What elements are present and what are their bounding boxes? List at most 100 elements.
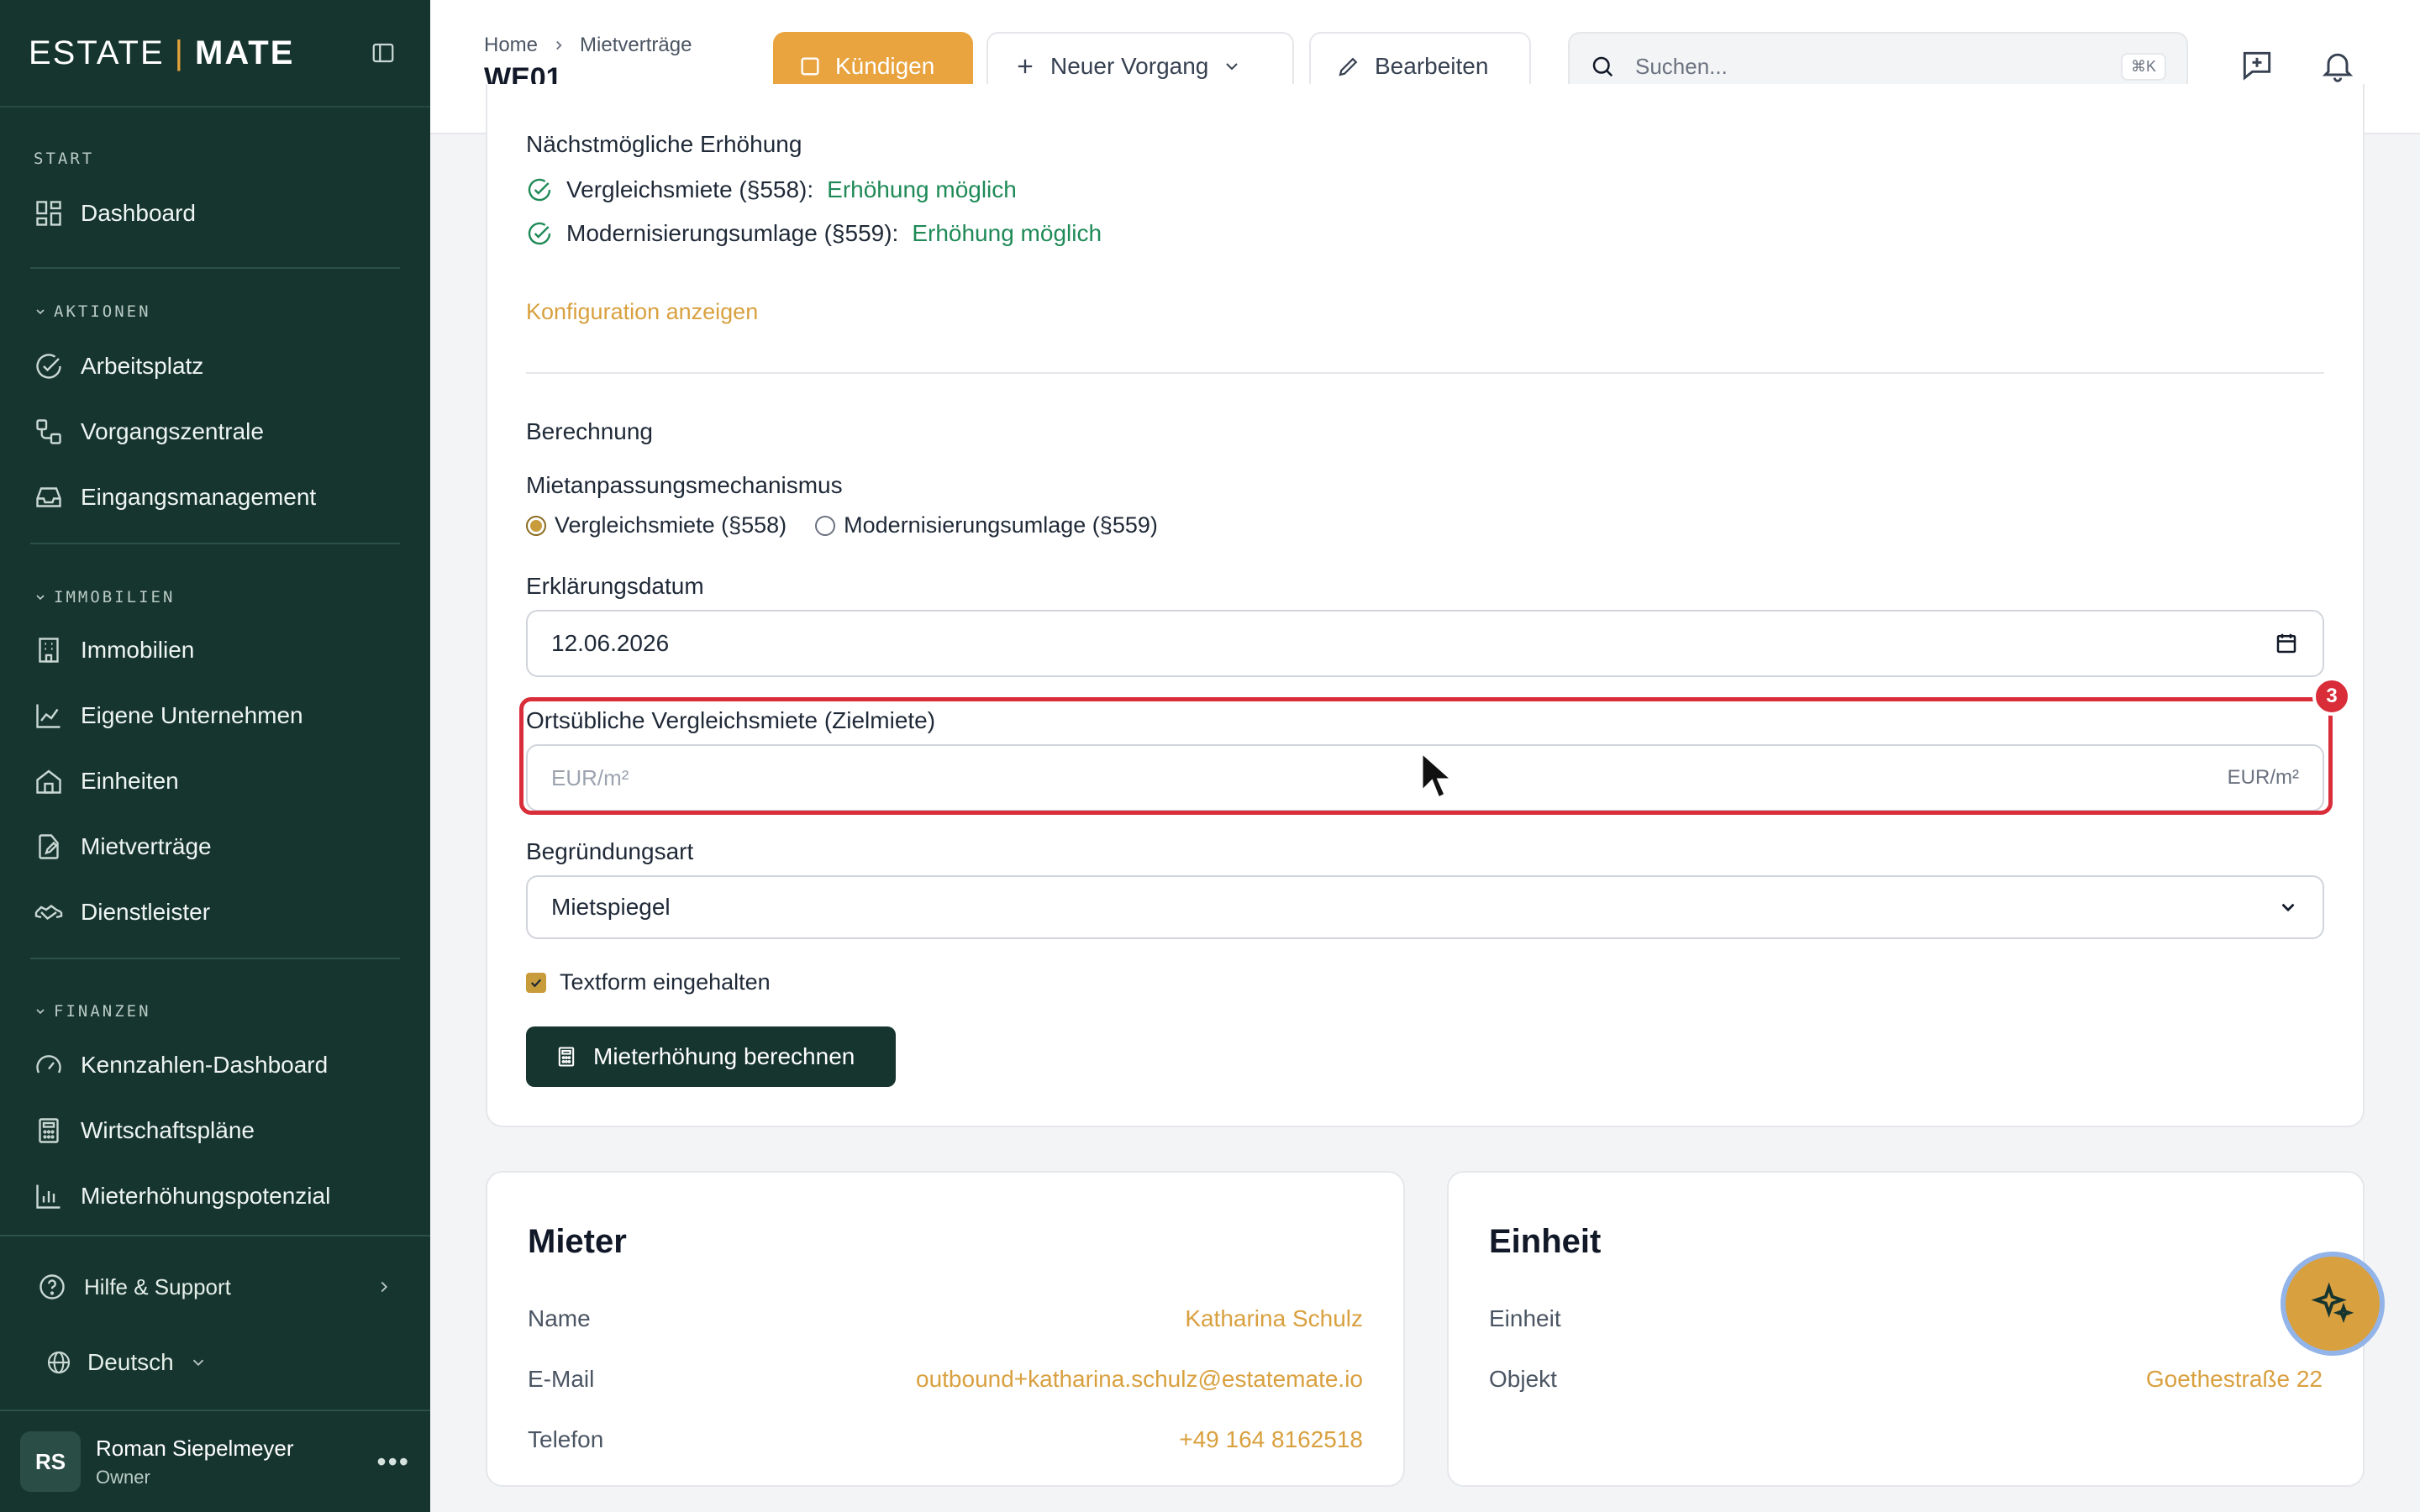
section-label-finanzen[interactable]: FINANZEN: [0, 1002, 430, 1021]
radio-559[interactable]: [815, 515, 836, 536]
sidebar-item-label: Vorgangszentrale: [81, 418, 264, 444]
home-icon: [36, 769, 61, 794]
building-icon: [39, 638, 59, 663]
calculate-rent-increase-button[interactable]: Mieterhöhung berechnen: [526, 1026, 896, 1087]
calendar-icon[interactable]: [2274, 631, 2299, 656]
textform-checkbox[interactable]: [526, 972, 546, 993]
sidebar-item-label: Eigene Unternehmen: [81, 702, 303, 728]
sidebar-footer: Hilfe & Support Deutsch: [0, 1235, 430, 1388]
reason-type-label: Begründungsart: [526, 838, 694, 864]
tenant-phone-link[interactable]: +49 164 8162518: [1179, 1426, 1363, 1453]
breadcrumb: Home Mietverträge: [484, 34, 692, 57]
chevron-down-icon: [36, 309, 45, 315]
message-plus-icon[interactable]: [2238, 47, 2275, 84]
calculation-title: Berechnung: [526, 418, 654, 444]
tenant-name-link[interactable]: Katharina Schulz: [1185, 1305, 1363, 1332]
sidebar-item-label: Eingangsmanagement: [81, 484, 317, 510]
sidebar-item-eingangsmanagement[interactable]: Eingangsmanagement: [0, 465, 430, 530]
bell-icon[interactable]: [2319, 47, 2356, 84]
search-placeholder: Suchen...: [1635, 53, 1728, 79]
textform-label: Textform eingehalten: [560, 969, 771, 995]
radio-558[interactable]: [526, 515, 546, 536]
property-link[interactable]: Goethestraße 22: [2146, 1366, 2323, 1393]
sidebar-panel-icon: [372, 43, 394, 63]
user-role: Owner: [96, 1466, 150, 1488]
globe-icon: [47, 1351, 71, 1374]
increase-status: Erhöhung möglich: [912, 220, 1102, 246]
field-key: Objekt: [1489, 1366, 1557, 1392]
sidebar-item-vorgangszentrale[interactable]: Vorgangszentrale: [0, 399, 430, 465]
mouse-cursor-icon: [1420, 751, 1454, 801]
sidebar-item-wirtschaftsplaene[interactable]: Wirtschaftspläne: [0, 1098, 430, 1163]
chevron-down-icon: [36, 595, 45, 601]
sparkle-icon: [2311, 1282, 2354, 1324]
divider: [30, 958, 400, 959]
sidebar-item-label: Immobilien: [81, 637, 195, 663]
sidebar-item-mietvertraege[interactable]: Mietverträge: [0, 814, 430, 879]
brand-left: ESTATE: [29, 34, 165, 71]
sidebar-item-label: Dienstleister: [81, 899, 211, 925]
dashboard-icon: [36, 201, 61, 226]
sidebar-item-label: Einheiten: [81, 768, 179, 794]
radio-label-559[interactable]: Modernisierungsumlage (§559): [844, 512, 1158, 538]
sidebar: ESTATE | MATE START Dashboard AKTIONEN Arb…: [0, 0, 430, 1512]
more-options-icon[interactable]: •••: [376, 1446, 410, 1478]
sidebar-item-kennzahlen-dashboard[interactable]: Kennzahlen-Dashboard: [0, 1032, 430, 1098]
sidebar-item-dienstleister[interactable]: Dienstleister: [0, 879, 430, 945]
new-process-label: Neuer Vorgang: [1050, 53, 1209, 79]
user-name: Roman Siepelmeyer: [96, 1435, 294, 1461]
search-icon: [1592, 56, 1613, 77]
help-support-button[interactable]: Hilfe & Support: [0, 1236, 430, 1337]
increase-status: Erhöhung möglich: [827, 176, 1017, 202]
field-key: Telefon: [528, 1426, 604, 1452]
tenant-row-phone: Telefon +49 164 8162518: [528, 1426, 1363, 1453]
sidebar-item-dashboard[interactable]: Dashboard: [0, 181, 430, 246]
brand-right: MATE: [195, 34, 295, 71]
tenant-email-link[interactable]: outbound+katharina.schulz@estatemate.io: [916, 1366, 1363, 1393]
language-select[interactable]: Deutsch: [0, 1337, 430, 1388]
sidebar-item-immobilien[interactable]: Immobilien: [0, 617, 430, 683]
brand-logo[interactable]: ESTATE | MATE: [29, 34, 294, 72]
sidebar-item-arbeitsplatz[interactable]: Arbeitsplatz: [0, 333, 430, 399]
breadcrumb-home[interactable]: Home: [484, 34, 538, 57]
calculator-icon: [558, 1047, 575, 1067]
mechanism-label: Mietanpassungsmechanismus: [526, 472, 843, 498]
tenant-title: Mieter: [528, 1223, 627, 1260]
section-label-text: FINANZEN: [54, 1002, 151, 1021]
show-configuration-link[interactable]: Konfiguration anzeigen: [526, 299, 758, 325]
sidebar-item-eigene-unternehmen[interactable]: Eigene Unternehmen: [0, 683, 430, 748]
workflow-icon: [36, 419, 61, 444]
unit-row-objekt: Objekt Goethestraße 22: [1489, 1366, 2323, 1393]
ai-assistant-button[interactable]: [2281, 1252, 2385, 1356]
sidebar-item-einheiten[interactable]: Einheiten: [0, 748, 430, 814]
calculator-icon: [39, 1118, 59, 1143]
radio-label-558[interactable]: Vergleichsmiete (§558): [555, 512, 786, 538]
declaration-date-input[interactable]: 12.06.2026: [526, 610, 2324, 677]
tenant-row-email: E-Mail outbound+katharina.schulz@estatem…: [528, 1366, 1363, 1393]
reason-type-value: Mietspiegel: [551, 894, 671, 920]
breadcrumb-mietvertraege[interactable]: Mietverträge: [580, 34, 692, 57]
textform-checkbox-row[interactable]: Textform eingehalten: [526, 969, 771, 995]
logo-row: ESTATE | MATE: [0, 0, 430, 108]
sidebar-toggle-button[interactable]: [365, 34, 402, 71]
reason-type-select[interactable]: Mietspiegel: [526, 875, 2324, 939]
sidebar-item-mieterhoehungspotenzial[interactable]: Mieterhöhungspotenzial: [0, 1163, 430, 1229]
handshake-icon: [34, 905, 63, 921]
date-value: 12.06.2026: [551, 630, 670, 656]
plus-icon: [1018, 59, 1033, 74]
section-label-text: AKTIONEN: [54, 302, 151, 321]
help-label: Hilfe & Support: [84, 1273, 231, 1299]
section-label-start: START: [34, 150, 95, 168]
sidebar-item-label: Dashboard: [81, 200, 196, 226]
declaration-date-label: Erklärungsdatum: [526, 573, 704, 599]
chevron-down-icon: [192, 1359, 203, 1367]
section-label-aktionen[interactable]: AKTIONEN: [0, 302, 430, 321]
user-profile[interactable]: RS Roman Siepelmeyer Owner •••: [0, 1410, 430, 1512]
sidebar-item-label: Kennzahlen-Dashboard: [81, 1052, 329, 1078]
section-label-immobilien[interactable]: IMMOBILIEN: [0, 588, 430, 606]
chevron-down-icon: [1226, 63, 1239, 71]
unit-card: Einheit Einheit W Objekt Goethestraße 22: [1447, 1171, 2365, 1487]
highlight-badge: 3: [2312, 677, 2351, 716]
section-label-text: IMMOBILIEN: [54, 588, 176, 606]
gauge-icon: [36, 1055, 61, 1074]
